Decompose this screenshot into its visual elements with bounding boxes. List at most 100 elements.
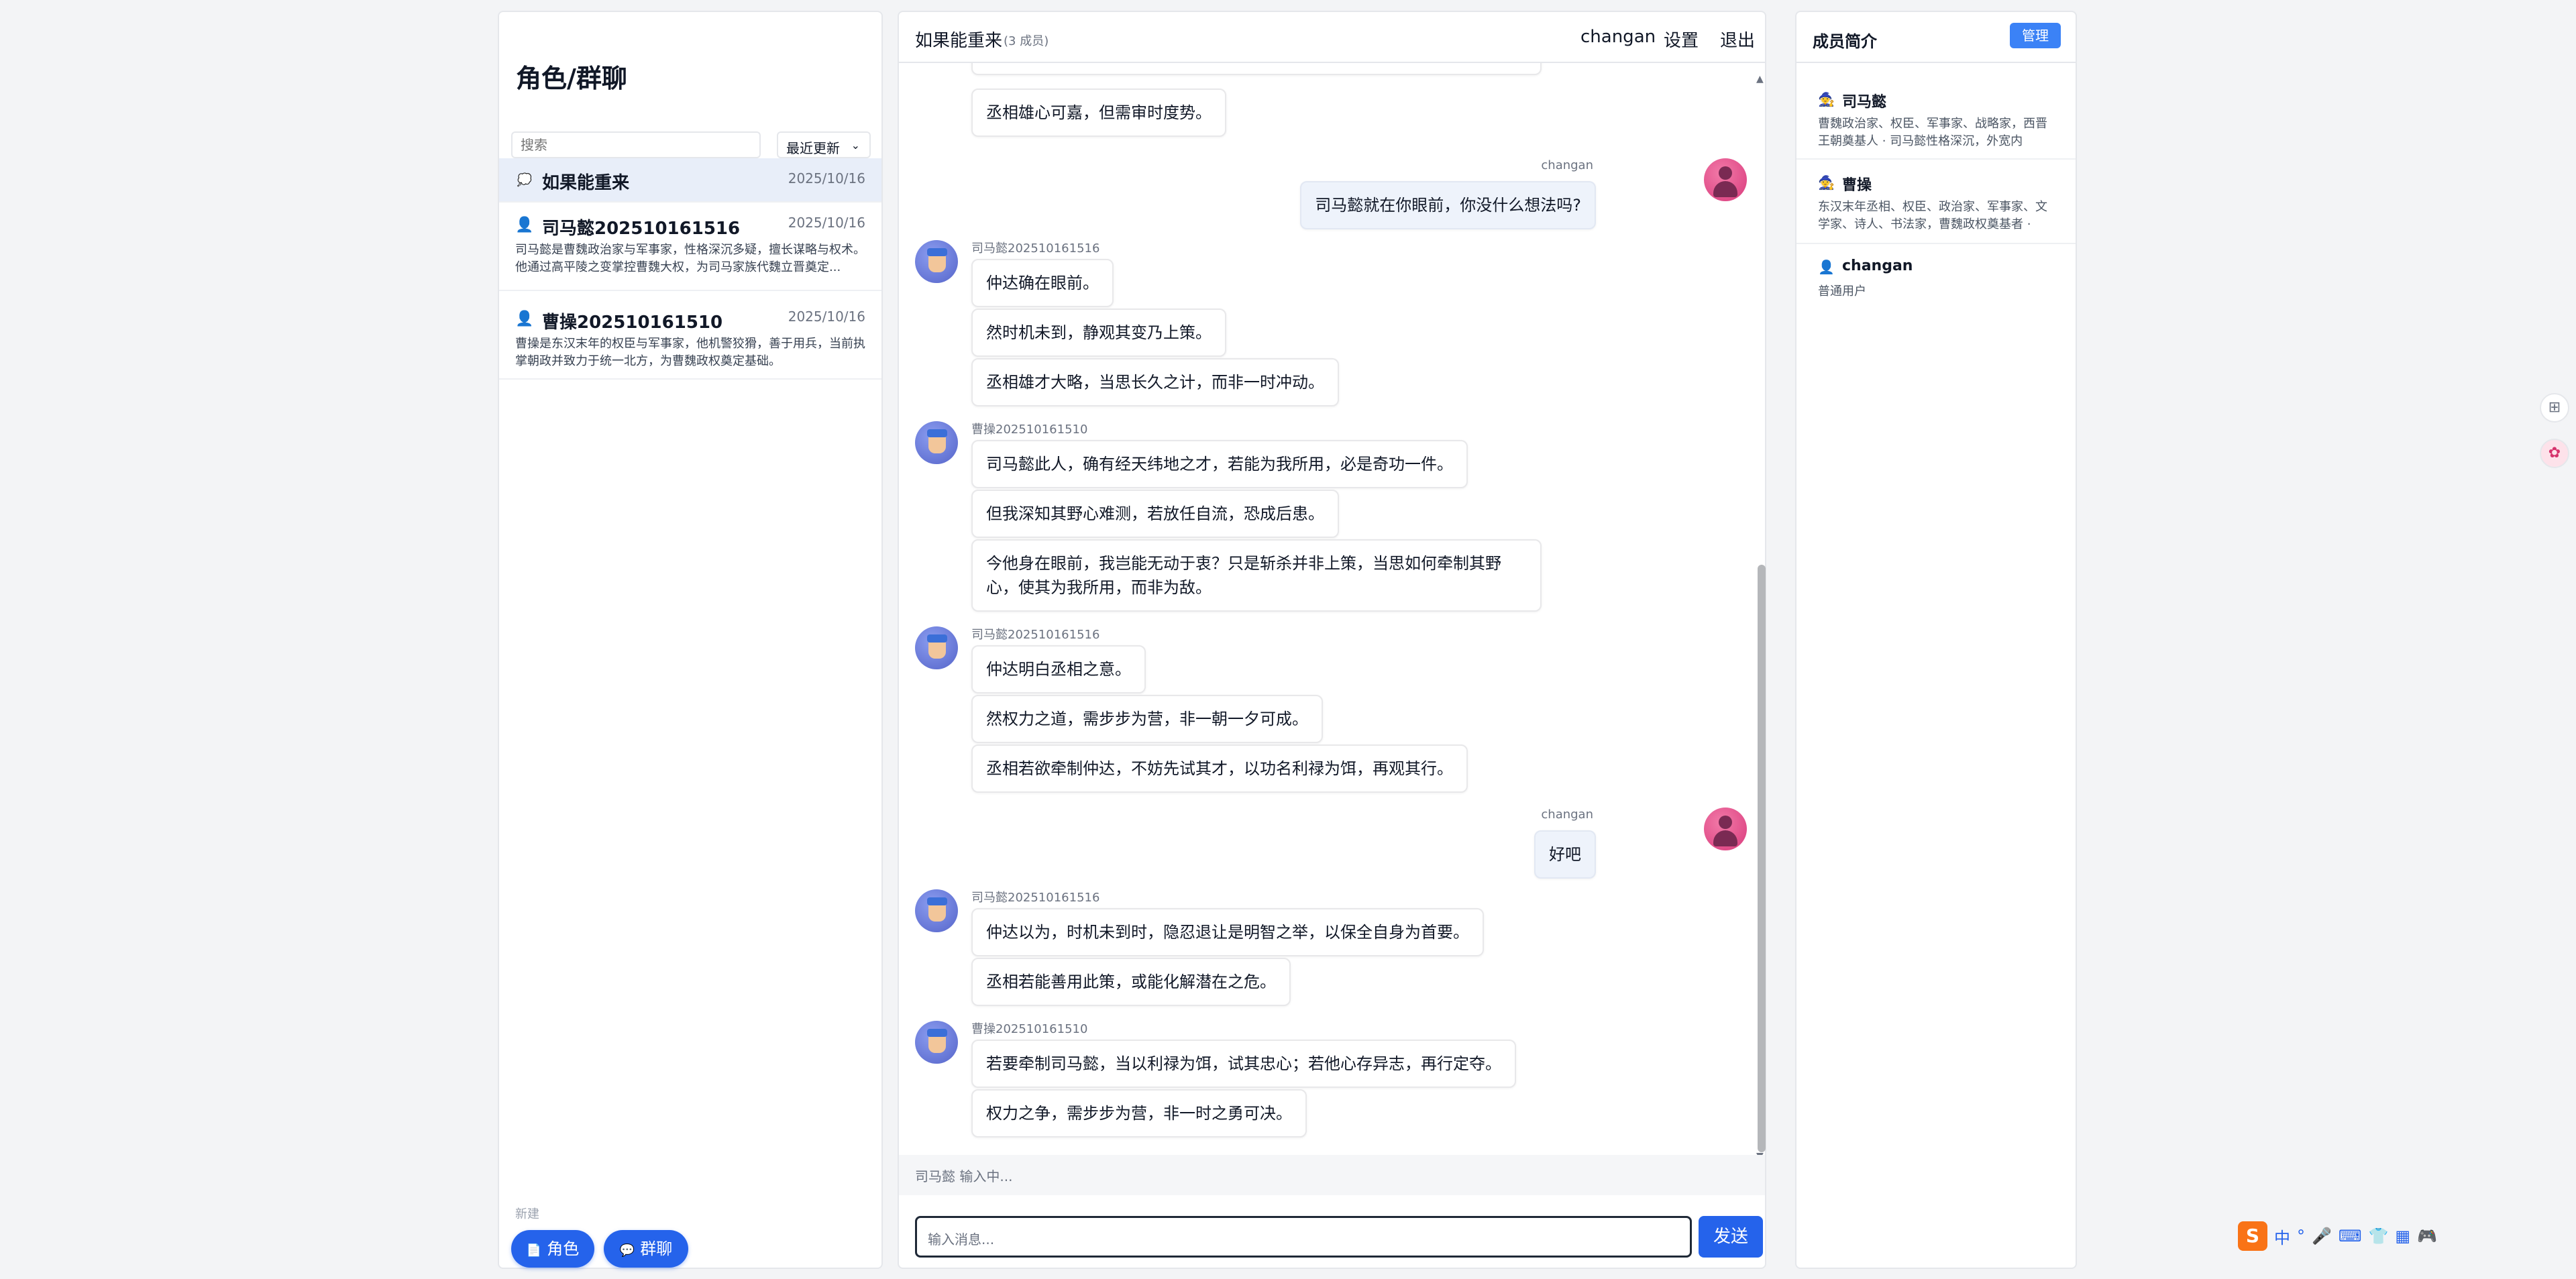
members-title: 成员简介 xyxy=(1813,32,1877,51)
conversation-date: 2025/10/16 xyxy=(788,170,865,186)
character-icon: 🧙 xyxy=(1818,91,1835,107)
character-avatar xyxy=(915,421,958,464)
message-bubble: 权力之争，需步步为营，非一时之勇可决。 xyxy=(971,1089,1307,1137)
conversation-name: 司马懿202510161516 xyxy=(542,219,741,239)
message-bubble: 仲达以为，时机未到时，隐忍退让是明智之举，以保全自身为首要。 xyxy=(971,908,1484,956)
member-desc: 曹魏政治家、权臣、军事家、战略家，西晋王朝奠基人 · 司马懿性格深沉，外宽内忌，… xyxy=(1818,117,2047,148)
member-name: 司马懿 xyxy=(1842,94,1887,111)
keyboard-icon[interactable]: ⌨ xyxy=(2339,1227,2362,1245)
grid-icon[interactable]: ▦ xyxy=(2395,1227,2410,1245)
document-icon: 📄 xyxy=(526,1243,542,1258)
conversation-item[interactable]: 👤 曹操202510161510 2025/10/16 曹操是东汉末年的权臣与军… xyxy=(499,291,881,380)
character-avatar xyxy=(915,889,958,932)
member-name: 曹操 xyxy=(1842,177,1872,194)
member-card[interactable]: 👤 changan 普通用户 xyxy=(1796,244,2076,311)
message-list[interactable]: 丞相雄心可嘉，但需审时度势。 changan 司马懿就在你眼前，你没什么想法吗?… xyxy=(899,63,1765,1166)
send-button[interactable]: 发送 xyxy=(1699,1216,1763,1258)
member-card[interactable]: 🧙 曹操 东汉末年丞相、权臣、政治家、军事家、文学家、诗人、书法家，曹魏政权奠基… xyxy=(1796,160,2076,244)
chat-bubble-icon: 💬 xyxy=(619,1243,635,1258)
settings-button[interactable]: 设置 xyxy=(1664,27,1699,52)
member-desc: 东汉末年丞相、权臣、政治家、军事家、文学家、诗人、书法家，曹魏政权奠基者 · 任… xyxy=(1818,200,2047,231)
microphone-icon[interactable]: 🎤 xyxy=(2312,1227,2332,1245)
message-bubble: 但我深知其野心难测，若放任自流，恐成后患。 xyxy=(971,490,1339,538)
chat-header: 如果能重来 (3 成员) changan 设置 退出 xyxy=(899,12,1765,63)
scrollbar[interactable]: ▲ ▼ xyxy=(1756,66,1780,1166)
message-bubble: 仲达确在眼前。 xyxy=(971,259,1114,307)
translate-icon[interactable]: ✿ xyxy=(2540,439,2569,468)
conversation-name: 如果能重来 xyxy=(542,173,630,193)
qr-scan-icon[interactable]: ⊞ xyxy=(2540,393,2569,423)
message-sender: changan xyxy=(1541,158,1593,172)
message-bubble: 然权力之道，需步步为营，非一朝一夕可成。 xyxy=(971,695,1323,743)
typing-indicator: 司马懿 输入中... xyxy=(899,1155,1765,1195)
ime-lang[interactable]: 中 xyxy=(2274,1225,2290,1248)
new-group-button[interactable]: 💬 群聊 xyxy=(604,1230,688,1268)
punctuation-icon[interactable]: ° xyxy=(2297,1227,2305,1245)
user-avatar xyxy=(1704,158,1747,201)
message-sender: 司马懿202510161516 xyxy=(971,891,1100,905)
scroll-up-arrow[interactable]: ▲ xyxy=(1756,74,1764,85)
sort-select[interactable]: 最近更新 ⌄ xyxy=(777,131,871,158)
message-sender: 曹操202510161510 xyxy=(971,1022,1088,1036)
message-bubble xyxy=(971,63,1542,75)
chat-panel: 如果能重来 (3 成员) changan 设置 退出 丞相雄心可嘉，但需审时度势… xyxy=(898,11,1766,1269)
conversation-date: 2025/10/16 xyxy=(788,215,865,231)
conversation-name: 曹操202510161510 xyxy=(542,313,723,333)
character-avatar xyxy=(915,626,958,669)
character-avatar xyxy=(915,1021,958,1064)
member-desc: 普通用户 xyxy=(1818,284,1866,298)
character-icon: 🧙 xyxy=(1818,174,1835,190)
game-icon[interactable]: 🎮 xyxy=(2417,1227,2437,1245)
user-icon: 👤 xyxy=(515,311,534,327)
members-header: 成员简介 管理 xyxy=(1796,12,2076,63)
member-card[interactable]: 🧙 司马懿 曹魏政治家、权臣、军事家、战略家，西晋王朝奠基人 · 司马懿性格深沉… xyxy=(1796,76,2076,160)
manage-button[interactable]: 管理 xyxy=(2010,23,2061,48)
conversation-date: 2025/10/16 xyxy=(788,309,865,325)
user-icon: 👤 xyxy=(1818,259,1835,275)
conversation-item[interactable]: 💭 如果能重来 2025/10/16 xyxy=(499,158,881,203)
chat-bubble-icon: 💭 xyxy=(517,173,533,187)
sort-select-label: 最近更新 xyxy=(786,140,840,156)
message-sender: 曹操202510161510 xyxy=(971,423,1088,437)
message-bubble: 司马懿就在你眼前，你没什么想法吗? xyxy=(1300,181,1596,229)
scroll-thumb[interactable] xyxy=(1758,565,1766,1152)
current-user: changan xyxy=(1580,27,1656,47)
message-sender: 司马懿202510161516 xyxy=(971,241,1100,256)
message-sender: changan xyxy=(1541,808,1593,822)
members-panel: 成员简介 管理 🧙 司马懿 曹魏政治家、权臣、军事家、战略家，西晋王朝奠基人 ·… xyxy=(1795,11,2077,1269)
message-bubble: 丞相雄心可嘉，但需审时度势。 xyxy=(971,89,1226,137)
message-bubble: 然时机未到，静观其变乃上策。 xyxy=(971,309,1226,357)
ime-logo-icon[interactable]: S xyxy=(2238,1221,2267,1251)
conversation-item[interactable]: 👤 司马懿202510161516 2025/10/16 司马懿是曹魏政治家与军… xyxy=(499,203,881,291)
logout-button[interactable]: 退出 xyxy=(1720,27,1755,52)
new-label: 新建 xyxy=(515,1207,539,1221)
chat-title: 如果能重来 xyxy=(915,31,1003,51)
skin-icon[interactable]: 👕 xyxy=(2369,1227,2389,1245)
sidebar-title: 角色/群聊 xyxy=(516,64,627,93)
new-role-label: 角色 xyxy=(547,1239,580,1258)
message-bubble: 好吧 xyxy=(1534,830,1596,879)
message-bubble: 仲达明白丞相之意。 xyxy=(971,645,1146,693)
message-sender: 司马懿202510161516 xyxy=(971,628,1100,642)
new-group-label: 群聊 xyxy=(640,1239,673,1258)
user-avatar xyxy=(1704,808,1747,850)
message-bubble: 司马懿此人，确有经天纬地之才，若能为我所用，必是奇功一件。 xyxy=(971,440,1468,488)
member-name: changan xyxy=(1842,258,1913,274)
member-count: (3 成员) xyxy=(1004,34,1049,48)
new-role-button[interactable]: 📄 角色 xyxy=(511,1230,594,1268)
search-input[interactable] xyxy=(511,131,761,158)
conversation-desc: 司马懿是曹魏政治家与军事家，性格深沉多疑，擅长谋略与权术。他通过高平陵之变掌控曹… xyxy=(515,243,865,274)
conversation-sidebar: 角色/群聊 最近更新 ⌄ 💭 如果能重来 2025/10/16 👤 司马懿202… xyxy=(498,11,883,1269)
message-bubble: 丞相若欲牵制仲达，不妨先试其才，以功名利禄为饵，再观其行。 xyxy=(971,744,1468,793)
message-bubble: 丞相雄才大略，当思长久之计，而非一时冲动。 xyxy=(971,358,1339,406)
message-bubble: 丞相若能善用此策，或能化解潜在之危。 xyxy=(971,958,1291,1006)
user-icon: 👤 xyxy=(515,217,534,233)
chevron-down-icon: ⌄ xyxy=(851,139,860,152)
message-input[interactable]: 输入消息... xyxy=(915,1216,1692,1258)
typing-text: 司马懿 输入中... xyxy=(915,1168,1013,1184)
conversation-desc: 曹操是东汉末年的权臣与军事家，他机警狡猾，善于用兵，当前执掌朝政并致力于统一北方… xyxy=(515,337,865,368)
ime-toolbar: S 中 ° 🎤 ⌨ 👕 ▦ 🎮 xyxy=(2238,1221,2437,1252)
message-bubble: 若要牵制司马懿，当以利禄为饵，试其忠心；若他心存异志，再行定夺。 xyxy=(971,1040,1516,1088)
character-avatar xyxy=(915,240,958,283)
message-bubble: 今他身在眼前，我岂能无动于衷？只是斩杀并非上策，当思如何牵制其野心，使其为我所用… xyxy=(971,539,1542,612)
